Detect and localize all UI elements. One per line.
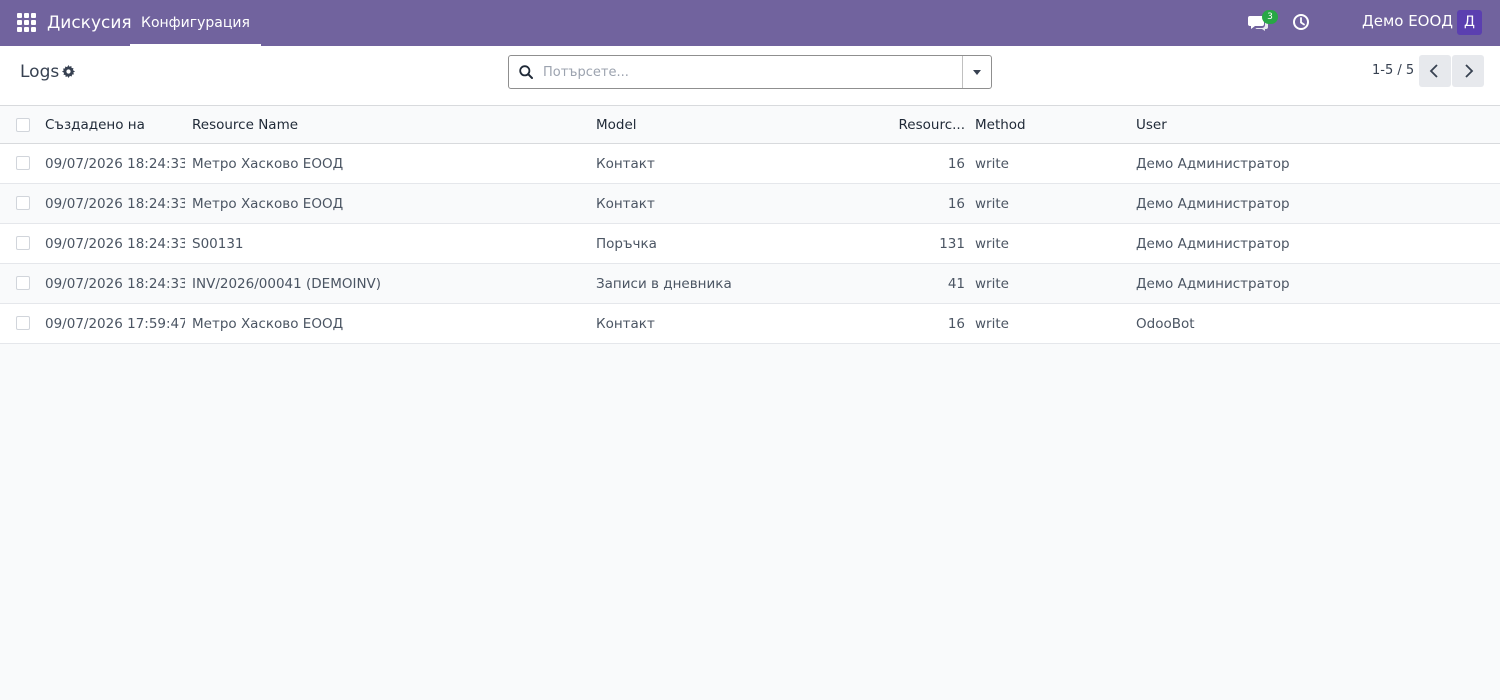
cell-created-on: 09/07/2026 17:59:47 — [45, 316, 185, 332]
cell-model: Контакт — [596, 156, 655, 172]
clock-icon[interactable] — [1292, 13, 1310, 31]
cell-created-on: 09/07/2026 18:24:33 — [45, 236, 185, 252]
cell-user: OdooBot — [1136, 316, 1195, 332]
cell-method: write — [975, 316, 1009, 332]
column-header-resource-name[interactable]: Resource Name — [192, 106, 582, 144]
pager-previous-button[interactable] — [1419, 55, 1451, 87]
cell-model: Поръчка — [596, 236, 657, 252]
user-avatar[interactable]: Д — [1457, 10, 1482, 35]
cell-created-on: 09/07/2026 18:24:33 — [45, 196, 185, 212]
cell-resource-id: 131 — [939, 236, 965, 252]
cell-resource-name: INV/2026/00041 (DEMOINV) — [192, 276, 382, 292]
cell-resource-name: Метро Хасково ЕООД — [192, 316, 344, 332]
row-checkbox[interactable] — [16, 276, 30, 290]
column-header-model[interactable]: Model — [596, 106, 846, 144]
table-header: Създадено на Resource Name Model Resourc… — [0, 106, 1500, 144]
select-all-checkbox[interactable] — [16, 118, 30, 132]
row-checkbox[interactable] — [16, 316, 30, 330]
chevron-right-icon — [1465, 64, 1474, 78]
menu-configuration[interactable]: Конфигурация — [130, 0, 261, 46]
cell-user: Демо Администратор — [1136, 276, 1290, 292]
row-checkbox[interactable] — [16, 156, 30, 170]
table-row[interactable]: 09/07/2026 18:24:33 Метро Хасково ЕООД К… — [0, 184, 1500, 224]
search-icon — [519, 65, 533, 79]
cell-method: write — [975, 276, 1009, 292]
cell-resource-name: S00131 — [192, 236, 244, 252]
column-header-user[interactable]: User — [1136, 106, 1436, 144]
cell-method: write — [975, 156, 1009, 172]
table-row[interactable]: 09/07/2026 18:24:33 Метро Хасково ЕООД К… — [0, 144, 1500, 184]
cell-user: Демо Администратор — [1136, 236, 1290, 252]
gear-icon[interactable] — [62, 65, 75, 78]
cell-user: Демо Администратор — [1136, 196, 1290, 212]
cell-resource-id: 16 — [947, 156, 965, 172]
row-checkbox[interactable] — [16, 236, 30, 250]
cell-model: Контакт — [596, 196, 655, 212]
table-row[interactable]: 09/07/2026 18:24:33 INV/2026/00041 (DEMO… — [0, 264, 1500, 304]
search-options-toggle[interactable] — [962, 56, 991, 88]
cell-resource-id: 16 — [947, 316, 965, 332]
cell-resource-id: 41 — [947, 276, 965, 292]
cell-created-on: 09/07/2026 18:24:33 — [45, 156, 185, 172]
row-checkbox[interactable] — [16, 196, 30, 210]
cell-model: Записи в дневника — [596, 276, 732, 292]
pager-next-button[interactable] — [1452, 55, 1484, 87]
chat-badge: 3 — [1262, 10, 1278, 24]
company-name[interactable]: Демо ЕООД — [1362, 12, 1453, 30]
column-header-created-on[interactable]: Създадено на — [45, 106, 185, 144]
search-bar — [508, 55, 992, 89]
table-row[interactable]: 09/07/2026 18:24:33 S00131 Поръчка 131 w… — [0, 224, 1500, 264]
table-row[interactable]: 09/07/2026 17:59:47 Метро Хасково ЕООД К… — [0, 304, 1500, 344]
cell-resource-name: Метро Хасково ЕООД — [192, 156, 344, 172]
cell-resource-id: 16 — [947, 196, 965, 212]
search-input[interactable] — [543, 57, 961, 87]
apps-grid-icon[interactable] — [17, 13, 36, 32]
cell-model: Контакт — [596, 316, 655, 332]
cell-method: write — [975, 236, 1009, 252]
page-title: Logs — [20, 62, 60, 82]
cell-method: write — [975, 196, 1009, 212]
column-header-resource-id[interactable]: Resourc... — [860, 106, 965, 144]
top-navbar: Дискусия Конфигурация 3 Демо ЕООД Д — [0, 0, 1500, 46]
app-name[interactable]: Дискусия — [47, 13, 132, 33]
cell-resource-name: Метро Хасково ЕООД — [192, 196, 344, 212]
cell-created-on: 09/07/2026 18:24:33 — [45, 276, 185, 292]
pager-value[interactable]: 1-5 / 5 — [1372, 63, 1414, 78]
column-header-method[interactable]: Method — [975, 106, 1125, 144]
chevron-left-icon — [1429, 64, 1438, 78]
control-panel: Logs 1-5 / 5 — [0, 46, 1500, 106]
cell-user: Демо Администратор — [1136, 156, 1290, 172]
